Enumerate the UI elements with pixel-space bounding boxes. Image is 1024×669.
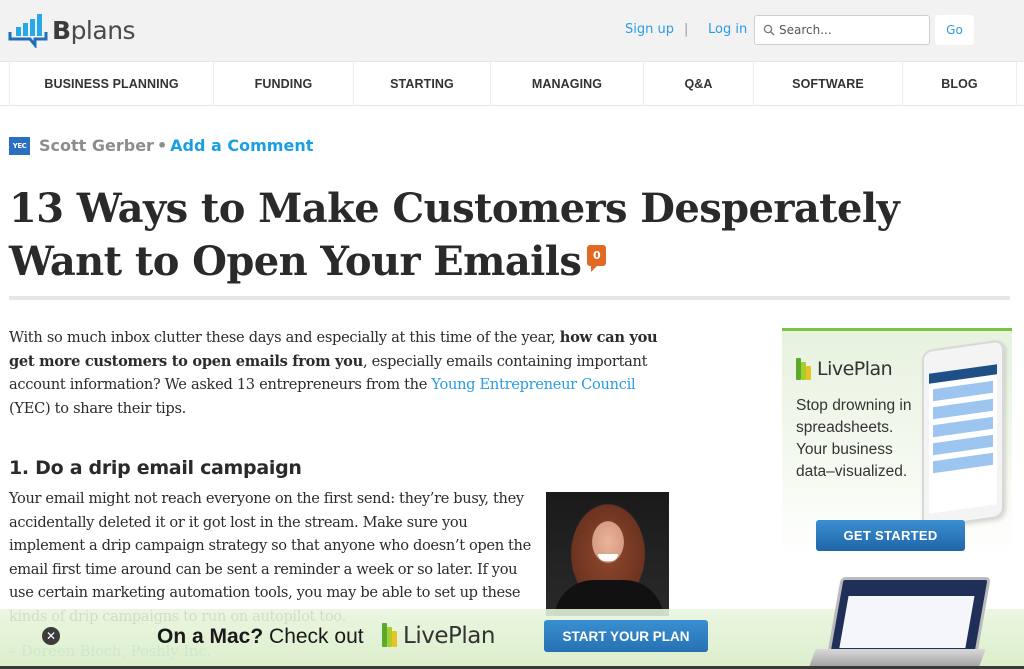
liveplan-bars-icon <box>382 623 400 647</box>
search-input[interactable] <box>779 21 925 39</box>
auth-separator: | <box>684 22 689 37</box>
nav-item-business-planning[interactable]: BUSINESS PLANNING <box>9 62 214 106</box>
search-icon <box>763 24 775 36</box>
nav-item-qa[interactable]: Q&A <box>644 62 754 106</box>
author-name[interactable]: Scott Gerber <box>39 136 154 155</box>
login-link[interactable]: Log in <box>708 22 747 37</box>
banner-liveplan-logo[interactable]: LivePlan <box>382 623 495 649</box>
signup-link[interactable]: Sign up <box>625 22 674 37</box>
bplans-logo[interactable]: Bplans <box>8 12 136 50</box>
article-title: 13 Ways to Make Customers Desperately Wa… <box>9 182 1009 288</box>
logo-text: Bplans <box>52 15 136 45</box>
tablet-image <box>922 339 1004 529</box>
close-banner-icon[interactable]: ✕ <box>42 627 60 645</box>
add-comment-link[interactable]: Add a Comment <box>170 136 313 155</box>
bar-chart-speech-bubble-icon <box>8 12 48 50</box>
search-go-button[interactable]: Go <box>935 15 974 45</box>
byline: YEC Scott Gerber • Add a Comment <box>9 136 313 155</box>
article-intro: With so much inbox clutter these days an… <box>9 329 658 417</box>
liveplan-sidebar-ad[interactable]: LivePlan Stop drowning in spreadsheets. … <box>782 328 1012 558</box>
search-box[interactable] <box>754 15 930 45</box>
byline-separator: • <box>156 136 168 155</box>
nav-item-managing[interactable]: MANAGING <box>491 62 644 106</box>
nav-item-software[interactable]: SOFTWARE <box>754 62 903 106</box>
liveplan-logo: LivePlan <box>796 358 893 380</box>
nav-item-funding[interactable]: FUNDING <box>214 62 354 106</box>
nav-item-blog[interactable]: BLOG <box>903 62 1017 106</box>
section-body: Your email might not reach everyone on t… <box>9 490 531 625</box>
article-title-text: 13 Ways to Make Customers Desperately Wa… <box>9 185 900 285</box>
banner-text: On a Mac? Check out <box>157 625 364 648</box>
site-header: Bplans Sign up | Log in Go <box>0 0 1024 61</box>
get-started-button[interactable]: GET STARTED <box>816 520 965 551</box>
comment-count-badge[interactable]: 0 <box>587 245 607 272</box>
title-divider <box>9 296 1010 300</box>
section-heading: 1. Do a drip email campaign <box>9 457 302 479</box>
main-nav: BUSINESS PLANNING FUNDING STARTING MANAG… <box>0 61 1024 106</box>
portrait-photo <box>546 492 669 616</box>
laptop-image <box>808 573 994 669</box>
nav-item-starting[interactable]: STARTING <box>354 62 491 106</box>
ad-copy: Stop drowning in spreadsheets. Your busi… <box>796 397 912 480</box>
yec-logo-icon: YEC <box>9 136 30 155</box>
start-your-plan-button[interactable]: START YOUR PLAN <box>544 620 708 652</box>
liveplan-bars-icon <box>796 358 814 380</box>
yec-link[interactable]: Young Entrepreneur Council <box>431 376 635 393</box>
